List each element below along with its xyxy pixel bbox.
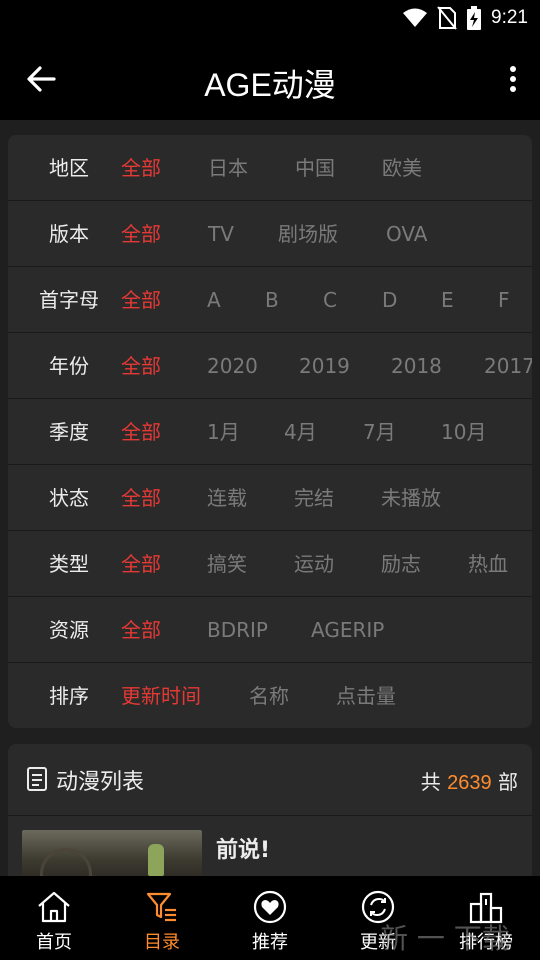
filter-option[interactable]: 2020 xyxy=(207,333,258,399)
filter-option[interactable]: 中国 xyxy=(295,135,335,201)
filter-option[interactable]: 全部 xyxy=(121,597,161,663)
filter-option[interactable]: 欧美 xyxy=(382,135,422,201)
wifi-icon xyxy=(403,8,428,27)
filter-label: 年份 xyxy=(49,354,89,378)
list-header: 动漫列表 共 2639 部 xyxy=(8,744,532,816)
list-item[interactable]: 前说! xyxy=(8,816,532,884)
nav-label: 推荐 xyxy=(252,932,288,953)
filter-option[interactable]: 1月 xyxy=(207,399,240,465)
filter-option[interactable]: OVA xyxy=(386,201,427,267)
filter-option[interactable]: C xyxy=(323,267,337,333)
filter-option[interactable]: 全部 xyxy=(121,333,161,399)
filter-label: 状态 xyxy=(49,486,89,510)
filter-label: 地区 xyxy=(49,156,89,180)
filter-option[interactable]: 全部 xyxy=(121,531,161,597)
filter-option[interactable]: 2017 xyxy=(484,333,532,399)
status-bar: 9:21 xyxy=(0,0,540,38)
list-title: 动漫列表 xyxy=(56,770,145,795)
filter-label: 首字母 xyxy=(39,288,99,312)
filter-label: 排序 xyxy=(49,684,89,708)
count-number: 2639 xyxy=(447,772,492,794)
filter-option[interactable]: 2019 xyxy=(299,333,350,399)
filter-option[interactable]: 剧场版 xyxy=(278,201,338,267)
filter-label: 资源 xyxy=(49,618,89,642)
filter-option[interactable]: 全部 xyxy=(121,267,161,333)
nav-home[interactable]: 首页 xyxy=(0,876,108,960)
no-sim-icon xyxy=(437,6,457,30)
watermark: 新 一 下载 xyxy=(380,922,510,955)
filter-option[interactable]: B xyxy=(265,267,279,333)
filter-option[interactable]: 连载 xyxy=(207,465,247,531)
filter-row-year: 年份 全部 2020 2019 2018 2017 xyxy=(8,333,532,399)
filter-option[interactable]: F xyxy=(498,267,510,333)
filter-panel: 地区 全部 日本 中国 欧美 版本 全部 TV 剧场版 OVA 首字母 全部 A… xyxy=(8,135,532,728)
filter-option[interactable]: BDRIP xyxy=(207,597,268,663)
count-prefix: 共 xyxy=(420,770,441,794)
filter-row-version: 版本 全部 TV 剧场版 OVA xyxy=(8,201,532,267)
filter-option[interactable]: AGERIP xyxy=(311,597,384,663)
filter-option[interactable]: 运动 xyxy=(294,531,334,597)
more-options-icon[interactable] xyxy=(506,62,520,96)
filter-option[interactable]: A xyxy=(207,267,221,333)
document-list-icon xyxy=(27,767,47,791)
heart-icon xyxy=(253,890,287,924)
app-title: AGE动漫 xyxy=(204,67,336,103)
filter-row-genre: 类型 全部 搞笑 运动 励志 热血 xyxy=(8,531,532,597)
filter-option[interactable]: 搞笑 xyxy=(207,531,247,597)
nav-label: 目录 xyxy=(144,932,180,953)
filter-label: 版本 xyxy=(49,222,89,246)
nav-catalog[interactable]: 目录 xyxy=(108,876,216,960)
filter-option[interactable]: 点击量 xyxy=(336,663,396,728)
home-icon xyxy=(38,891,70,923)
filter-option[interactable]: 热血 xyxy=(468,531,508,597)
count-suffix: 部 xyxy=(498,770,518,794)
anime-title[interactable]: 前说! xyxy=(216,832,270,864)
nav-label: 首页 xyxy=(36,932,72,953)
filter-row-status: 状态 全部 连载 完结 未播放 xyxy=(8,465,532,531)
filter-option[interactable]: 全部 xyxy=(121,465,161,531)
battery-charging-icon xyxy=(467,6,482,30)
filter-option[interactable]: D xyxy=(382,267,397,333)
status-icons: 9:21 xyxy=(403,6,528,30)
filter-option[interactable]: 2018 xyxy=(391,333,442,399)
filter-option[interactable]: TV xyxy=(208,201,234,267)
filter-option[interactable]: 更新时间 xyxy=(121,663,201,728)
filter-row-initial: 首字母 全部 A B C D E F xyxy=(8,267,532,333)
filter-option[interactable]: 全部 xyxy=(121,201,161,267)
filter-option[interactable]: 完结 xyxy=(294,465,334,531)
nav-recommend[interactable]: 推荐 xyxy=(216,876,324,960)
filter-row-sort: 排序 更新时间 名称 点击量 xyxy=(8,663,532,728)
list-count: 共 2639 部 xyxy=(421,766,518,795)
filter-option[interactable]: 10月 xyxy=(441,399,486,465)
filter-option[interactable]: 名称 xyxy=(249,663,289,728)
filter-option[interactable]: 全部 xyxy=(121,399,161,465)
filter-option[interactable]: 全部 xyxy=(121,135,161,201)
filter-option[interactable]: 4月 xyxy=(284,399,317,465)
filter-list-icon xyxy=(146,892,176,922)
filter-label: 类型 xyxy=(49,552,89,576)
anime-list-card: 动漫列表 共 2639 部 前说! xyxy=(8,744,532,884)
filter-option[interactable]: 7月 xyxy=(363,399,396,465)
filter-row-resource: 资源 全部 BDRIP AGERIP xyxy=(8,597,532,663)
status-time: 9:21 xyxy=(491,7,528,28)
filter-option[interactable]: 励志 xyxy=(381,531,421,597)
app-bar: AGE动漫 xyxy=(0,38,540,120)
filter-label: 季度 xyxy=(49,420,89,444)
filter-option[interactable]: 日本 xyxy=(208,135,248,201)
thumbnail-figure xyxy=(148,844,164,876)
filter-option[interactable]: E xyxy=(441,267,454,333)
filter-option[interactable]: 未播放 xyxy=(381,465,441,531)
filter-row-season: 季度 全部 1月 4月 7月 10月 xyxy=(8,399,532,465)
filter-row-region: 地区 全部 日本 中国 欧美 xyxy=(8,135,532,201)
